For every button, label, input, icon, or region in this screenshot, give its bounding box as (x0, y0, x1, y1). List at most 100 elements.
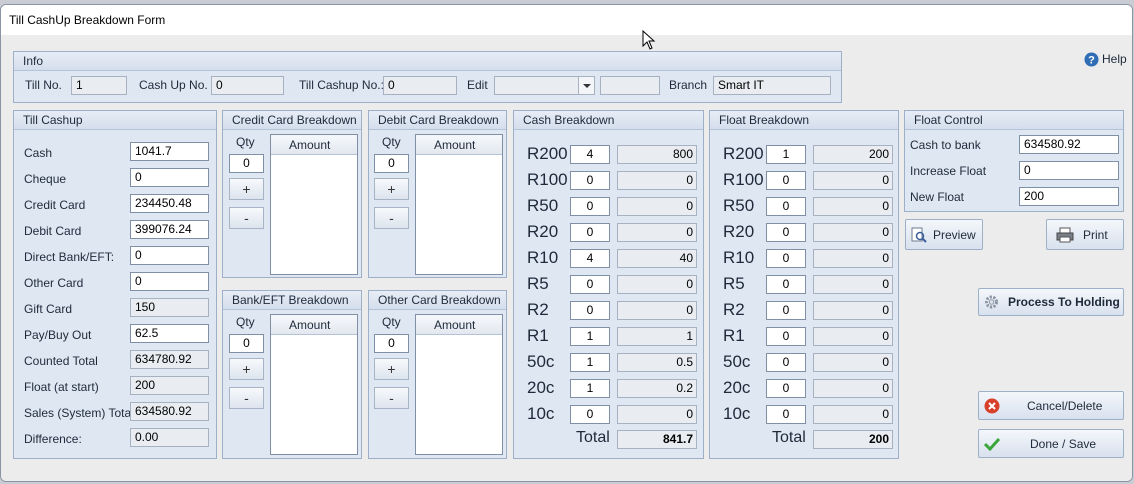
other-amount-header: Amount (434, 318, 476, 332)
cash-total-field: 841.7 (617, 430, 697, 449)
float-denom-label: R200 (723, 144, 764, 163)
bank-amount-grid[interactable]: Amount (270, 314, 358, 455)
branch-label: Branch (669, 78, 708, 92)
cash-qty-input[interactable]: 0 (570, 171, 610, 190)
process-to-holding-button[interactable]: Process To Holding (978, 288, 1124, 316)
cash-qty-input[interactable]: 1 (570, 353, 610, 372)
cash-amount-field: 0 (617, 275, 697, 294)
bank-minus-button[interactable]: - (229, 387, 264, 409)
cash-qty-input[interactable]: 0 (570, 223, 610, 242)
cash-input[interactable]: 1041.7 (130, 142, 209, 161)
cash-to-bank-input[interactable]: 634580.92 (1019, 135, 1119, 154)
credit-minus-button[interactable]: - (229, 207, 264, 229)
cash-qty-input[interactable]: 1 (570, 327, 610, 346)
checkmark-icon (984, 437, 1000, 451)
till-cashup-group: Till Cashup Cash 1041.7 Cheque 0 Credit Card… (13, 110, 217, 459)
float-qty-input[interactable]: 1 (766, 145, 806, 164)
preview-button[interactable]: Preview (905, 219, 983, 250)
float-qty-input[interactable]: 0 (766, 197, 806, 216)
edit-select[interactable] (494, 76, 595, 95)
float-qty-input[interactable]: 0 (766, 275, 806, 294)
direct-bank-eft-input[interactable]: 0 (130, 246, 209, 265)
debit-amount-grid[interactable]: Amount (415, 134, 503, 275)
new-float-label: New Float (910, 190, 965, 204)
cash-qty-input[interactable]: 4 (570, 249, 610, 268)
cash-amount-field: 1 (617, 327, 697, 346)
float-amount-field: 0 (813, 353, 893, 372)
new-float-input[interactable]: 200 (1019, 187, 1119, 206)
edit-extra-field (600, 76, 660, 95)
float-qty-input[interactable]: 0 (766, 405, 806, 424)
cash-qty-input[interactable]: 4 (570, 145, 610, 164)
float-total-field: 200 (813, 430, 893, 449)
edit-label: Edit (467, 78, 488, 92)
float-amount-field: 0 (813, 171, 893, 190)
print-button[interactable]: Print (1046, 219, 1124, 250)
cash-breakdown-group: Cash Breakdown R200 4 800 R100 0 0 R50 0 0 R20 0 0 R… (513, 110, 704, 459)
cash-qty-input[interactable]: 0 (570, 301, 610, 320)
float-qty-input[interactable]: 0 (766, 171, 806, 190)
credit-card-label: Credit Card (24, 198, 86, 212)
cash-amount-field: 40 (617, 249, 697, 268)
credit-amount-grid[interactable]: Amount (270, 134, 358, 275)
float-qty-input[interactable]: 0 (766, 327, 806, 346)
float-qty-input[interactable]: 0 (766, 353, 806, 372)
pay-buy-out-input[interactable]: 62.5 (130, 324, 209, 343)
float-control-title: Float Control (905, 111, 1123, 130)
mouse-cursor-icon (642, 30, 656, 50)
float-qty-input[interactable]: 0 (766, 379, 806, 398)
done-save-label: Done / Save (1030, 436, 1097, 451)
branch-field: Smart IT (713, 76, 831, 95)
cheque-input[interactable]: 0 (130, 168, 209, 187)
preview-icon (911, 227, 927, 243)
other-plus-button[interactable]: + (374, 358, 409, 380)
till-no-label: Till No. (25, 78, 62, 92)
info-group: Info Till No. 1 Cash Up No. 0 Till Cashu… (13, 51, 842, 103)
credit-plus-button[interactable]: + (229, 178, 264, 200)
cancel-delete-button[interactable]: Cancel/Delete (978, 391, 1124, 420)
direct-bank-eft-label: Direct Bank/EFT: (24, 250, 115, 264)
other-qty-input[interactable]: 0 (374, 334, 409, 353)
float-denom-label: R1 (723, 326, 745, 345)
bank-qty-label: Qty (236, 315, 255, 329)
preview-label: Preview (933, 227, 976, 242)
other-card-input[interactable]: 0 (130, 272, 209, 291)
debit-qty-label: Qty (382, 135, 401, 149)
other-qty-label: Qty (382, 315, 401, 329)
debit-minus-button[interactable]: - (374, 207, 409, 229)
debit-plus-button[interactable]: + (374, 178, 409, 200)
float-amount-field: 0 (813, 301, 893, 320)
float-qty-input[interactable]: 0 (766, 249, 806, 268)
bank-qty-input[interactable]: 0 (229, 334, 264, 353)
float-qty-input[interactable]: 0 (766, 223, 806, 242)
credit-card-input[interactable]: 234450.48 (130, 194, 209, 213)
cash-qty-input[interactable]: 0 (570, 275, 610, 294)
chevron-down-icon[interactable] (578, 77, 594, 94)
debit-card-title: Debit Card Breakdown (369, 111, 506, 130)
bank-amount-header: Amount (289, 318, 331, 332)
process-to-holding-label: Process To Holding (1008, 295, 1120, 309)
float-qty-input[interactable]: 0 (766, 301, 806, 320)
cash-denom-label: R5 (527, 274, 549, 293)
increase-float-input[interactable]: 0 (1019, 161, 1119, 180)
done-save-button[interactable]: Done / Save (978, 429, 1124, 458)
credit-amount-header: Amount (289, 138, 331, 152)
cashup-window: Till CashUp Breakdown Form ? Help Info T… (0, 4, 1133, 482)
gift-card-field: 150 (130, 298, 209, 317)
float-denom-label: R5 (723, 274, 745, 293)
bank-plus-button[interactable]: + (229, 358, 264, 380)
gear-icon (985, 295, 998, 309)
credit-qty-input[interactable]: 0 (229, 154, 264, 173)
debit-card-label: Debit Card (24, 224, 82, 238)
other-minus-button[interactable]: - (374, 387, 409, 409)
float-total-label: Total (772, 429, 806, 446)
cash-qty-input[interactable]: 1 (570, 379, 610, 398)
cash-qty-input[interactable]: 0 (570, 405, 610, 424)
bank-eft-title: Bank/EFT Breakdown (223, 291, 361, 310)
other-amount-grid[interactable]: Amount (415, 314, 503, 455)
cash-qty-input[interactable]: 0 (570, 197, 610, 216)
debit-card-input[interactable]: 399076.24 (130, 220, 209, 239)
debit-qty-input[interactable]: 0 (374, 154, 409, 173)
float-amount-field: 0 (813, 197, 893, 216)
info-title: Info (14, 52, 841, 71)
